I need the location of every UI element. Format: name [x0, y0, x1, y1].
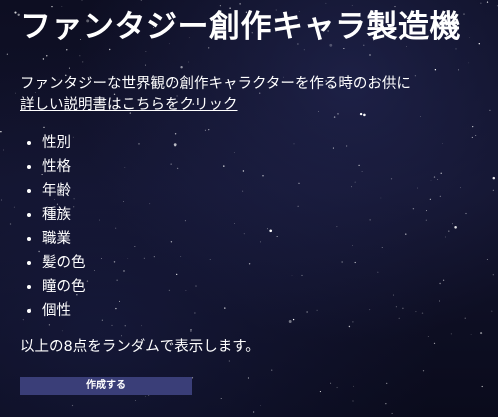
- page-title: ファンタジー創作キャラ製造機: [20, 9, 461, 45]
- attribute-item-gender: 性別: [42, 131, 478, 155]
- star: [253, 411, 255, 413]
- star: [260, 405, 261, 406]
- attribute-item-trait: 個性: [42, 299, 478, 323]
- main-content: ファンタジー創作キャラ製造機 ファンタジーな世界観の創作キャラクターを作る時のお…: [0, 0, 498, 395]
- create-button[interactable]: 作成する: [20, 377, 192, 395]
- attribute-list: 性別 性格 年齢 種族 職業 髪の色 瞳の色 個性: [20, 131, 478, 323]
- attribute-item-eye-color: 瞳の色: [42, 275, 478, 299]
- star: [391, 412, 393, 414]
- star: [385, 403, 387, 405]
- star: [148, 395, 150, 397]
- attribute-item-age: 年齢: [42, 179, 478, 203]
- star: [135, 400, 136, 401]
- star: [220, 398, 222, 399]
- tagline-text: ファンタジーな世界観の創作キャラクターを作る時のお供に: [20, 76, 411, 92]
- star: [71, 404, 74, 407]
- star: [352, 400, 354, 402]
- attribute-item-personality: 性格: [42, 155, 478, 179]
- summary-text: 以上の8点をランダムで表示します。: [20, 339, 260, 355]
- instructions-link[interactable]: 詳しい説明書はこちらをクリック: [20, 95, 238, 115]
- attribute-item-race: 種族: [42, 203, 478, 227]
- attribute-item-hair-color: 髪の色: [42, 251, 478, 275]
- star: [145, 395, 146, 397]
- attribute-item-occupation: 職業: [42, 227, 478, 251]
